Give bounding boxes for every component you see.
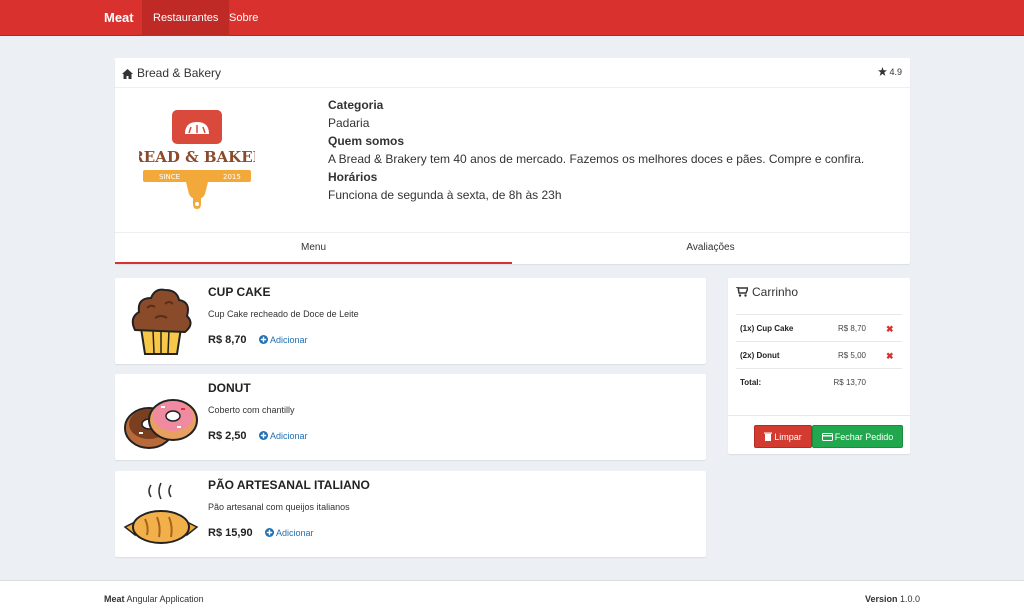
cart-total-value: R$ 13,70 [833,378,866,387]
cart-item-value: R$ 8,70 [837,324,866,333]
menu-item-price: R$ 8,70 [208,334,247,346]
clear-cart-button[interactable]: Limpar [754,425,812,448]
credit-card-icon [821,433,833,441]
tab-menu[interactable]: Menu [115,233,512,264]
plus-circle-icon [259,431,268,440]
menu-item-price: R$ 15,90 [208,527,253,539]
cart-total-row: Total: R$ 13,70 [736,368,902,395]
rating-value: 4.9 [889,67,902,77]
nav-sobre[interactable]: Sobre [218,0,269,36]
hours-label: Horários [328,170,378,184]
plus-circle-icon [259,335,268,344]
restaurant-tabs: Menu Avaliações [115,232,910,264]
footer: Meat Angular Application Version 1.0.0 [0,580,1024,616]
checkout-label: Fechar Pedido [834,432,894,442]
cart-title-label: Carrinho [752,285,799,299]
menu-item: PÃO ARTESANAL ITALIANO Pão artesanal com… [115,471,706,557]
brand-logo[interactable]: Meat [104,0,134,36]
add-button[interactable]: Adicionar [259,335,308,345]
shopping-cart-icon [736,286,750,297]
remove-icon[interactable]: ✖ [886,351,894,362]
menu-item: DONUT Coberto com chantilly R$ 2,50 Adic… [115,374,706,460]
nav-restaurantes[interactable]: Restaurantes [142,0,230,36]
plus-circle-icon [265,528,274,537]
menu-item-name: PÃO ARTESANAL ITALIANO [208,478,370,492]
category-label: Categoria [328,98,384,112]
add-button-label: Adicionar [270,335,308,345]
bread-image [121,477,201,554]
restaurant-info: Categoria Padaria Quem somos A Bread & B… [328,96,864,204]
tab-avaliacoes[interactable]: Avaliações [512,233,909,264]
menu-item: CUP CAKE Cup Cake recheado de Doce de Le… [115,278,706,364]
checkout-button[interactable]: Fechar Pedido [812,425,903,448]
category-value: Padaria [328,116,370,130]
about-value: A Bread & Brakery tem 40 anos de mercado… [328,152,865,166]
add-button-label: Adicionar [276,528,314,538]
trash-icon [764,432,773,441]
add-button-label: Adicionar [270,431,308,441]
cart-item: (2x) Donut R$ 5,00 ✖ [736,341,902,368]
logo-since: SINCE [159,173,180,181]
logo-title: BREAD & BAKERY [139,148,255,166]
add-button[interactable]: Adicionar [259,431,308,441]
footer-version: Version 1.0.0 [865,594,920,604]
clear-cart-label: Limpar [774,432,802,442]
star-icon [878,67,888,76]
home-icon [122,67,133,82]
cart-item: (1x) Cup Cake R$ 8,70 ✖ [736,314,902,341]
cart-item-name: (1x) Cup Cake [740,324,794,333]
restaurant-rating: 4.9 [878,67,902,77]
restaurant-panel: Bread & Bakery 4.9 BREAD & BAKERY SINCE … [115,58,910,264]
menu-item-name: DONUT [208,381,251,395]
version-label: Version [864,594,898,604]
hours-value: Funciona de segunda à sexta, de 8h às 23… [328,188,562,202]
footer-brand: Meat [104,594,125,604]
menu-item-name: CUP CAKE [208,285,271,299]
cart-item-value: R$ 5,00 [837,351,866,360]
menu-item-price: R$ 2,50 [208,430,247,442]
cart-total-label: Total: [740,378,762,387]
add-button[interactable]: Adicionar [265,528,314,538]
restaurant-logo: BREAD & BAKERY SINCE 2015 [119,108,276,215]
cart-item-name: (2x) Donut [740,351,780,360]
menu-item-description: Cup Cake recheado de Doce de Leite [208,309,359,319]
menu-item-description: Coberto com chantilly [208,405,295,415]
donut-image [121,380,201,457]
cart-divider [728,415,910,416]
footer-app-name: Meat Angular Application [104,594,204,604]
about-label: Quem somos [328,134,405,148]
cart-title: Carrinho [736,285,798,299]
footer-text: Angular Application [126,594,204,604]
logo-year: 2015 [223,173,241,181]
restaurant-name: Bread & Bakery [137,66,222,80]
top-navbar: Meat Restaurantes Sobre [0,0,1024,36]
cupcake-image [121,284,201,361]
shopping-cart: Carrinho (1x) Cup Cake R$ 8,70 ✖ (2x) Do… [728,278,910,454]
version-value: 1.0.0 [899,594,920,604]
restaurant-header: Bread & Bakery 4.9 [115,58,910,88]
menu-item-description: Pão artesanal com queijos italianos [208,502,350,512]
remove-icon[interactable]: ✖ [886,324,894,335]
